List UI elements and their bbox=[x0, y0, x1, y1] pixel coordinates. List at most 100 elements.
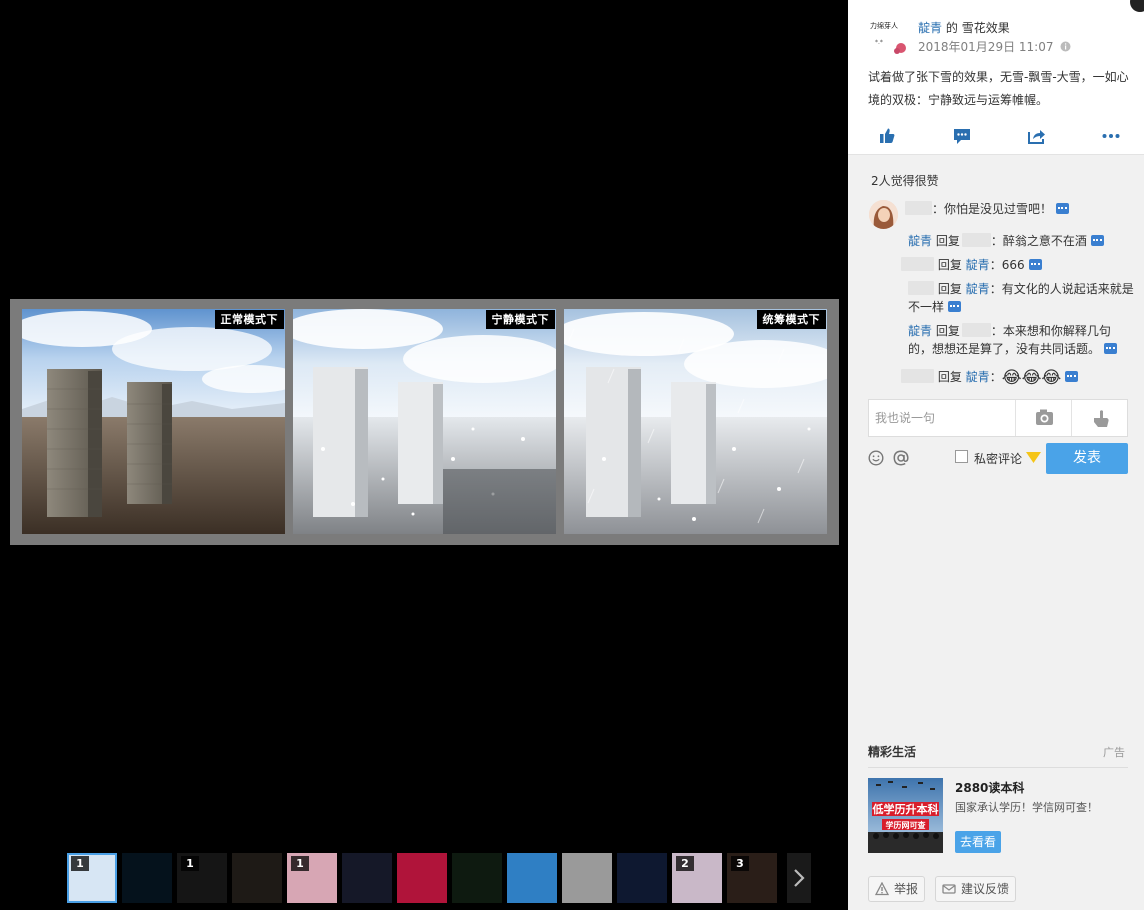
thumbnail-count-badge: 2 bbox=[676, 856, 694, 871]
thumbnail-strip: 1 1 1 2 3 bbox=[67, 853, 812, 903]
thumbnail-next-button[interactable] bbox=[787, 853, 811, 903]
post-time: 2018年01月29日 11:07 bbox=[918, 38, 1071, 55]
more-button[interactable] bbox=[1101, 126, 1121, 146]
chevron-right-icon bbox=[794, 869, 805, 887]
reply-text: ： bbox=[989, 370, 1002, 384]
thumbnail[interactable] bbox=[452, 853, 502, 903]
info-icon[interactable] bbox=[1060, 41, 1071, 52]
reply-item: 回复 靛青：666 bbox=[901, 256, 1042, 274]
thumbnail[interactable]: 1 bbox=[67, 853, 117, 903]
reply-icon[interactable] bbox=[1056, 203, 1070, 214]
comment-icon bbox=[954, 129, 970, 144]
svg-text:学历网可查: 学历网可查 bbox=[886, 820, 927, 830]
comment-box bbox=[868, 399, 1128, 437]
like-button[interactable] bbox=[877, 126, 897, 146]
feedback-button[interactable]: 建议反馈 bbox=[935, 876, 1017, 902]
of-text: 的 bbox=[945, 21, 958, 35]
thumbnail-count-badge: 1 bbox=[291, 856, 309, 871]
report-button[interactable]: 举报 bbox=[868, 876, 926, 902]
divider bbox=[868, 767, 1128, 768]
reply-author[interactable]: 靛青 bbox=[908, 234, 932, 248]
reply-icon[interactable] bbox=[948, 301, 962, 312]
comment-button[interactable] bbox=[952, 126, 972, 146]
ad-section-title: 精彩生活 bbox=[868, 745, 917, 759]
redacted-username[interactable] bbox=[961, 323, 991, 337]
smiley-icon bbox=[868, 450, 884, 466]
close-icon[interactable] bbox=[1130, 0, 1144, 12]
reply-word: 回复 bbox=[937, 370, 962, 384]
panel-label: 宁静模式下 bbox=[485, 310, 555, 329]
ad-image[interactable]: 低学历升本科 学历网可查 bbox=[868, 778, 943, 853]
emoji-button[interactable] bbox=[868, 450, 884, 466]
ad-visit-button[interactable]: 去看看 bbox=[955, 831, 1001, 853]
reply-text: ：666 bbox=[989, 258, 1025, 272]
reply-target[interactable]: 靛青 bbox=[966, 282, 990, 296]
thumbnail[interactable] bbox=[617, 853, 667, 903]
post-card: 力绵芽人 *.* 靛青 的 雪花效果 2018年01月29日 11:07 试着做… bbox=[848, 0, 1144, 155]
reply-target[interactable]: 靛青 bbox=[966, 370, 990, 384]
camera-icon bbox=[1036, 409, 1053, 425]
redacted-username[interactable] bbox=[901, 257, 934, 271]
reply-icon[interactable] bbox=[1104, 343, 1118, 354]
ad-description: 国家承认学历！学信网可查！ bbox=[955, 801, 1098, 814]
thumbnail-count-badge: 3 bbox=[731, 856, 749, 871]
reply-word: 回复 bbox=[935, 324, 960, 338]
thumbnail[interactable] bbox=[562, 853, 612, 903]
report-label: 举报 bbox=[894, 882, 919, 896]
thumbnail[interactable] bbox=[232, 853, 282, 903]
redacted-username[interactable] bbox=[961, 233, 991, 247]
thumbnail[interactable] bbox=[397, 853, 447, 903]
reply-word: 回复 bbox=[935, 234, 960, 248]
thumbnail[interactable] bbox=[342, 853, 392, 903]
author-name-link[interactable]: 靛青 bbox=[918, 21, 942, 35]
poke-button[interactable] bbox=[1071, 400, 1128, 436]
send-button[interactable]: 发表 bbox=[1046, 443, 1128, 474]
reply-item: 靛青 回复 ：醉翁之意不在酒 bbox=[908, 232, 1104, 250]
mention-button[interactable] bbox=[893, 450, 909, 466]
ad-tag: 广告 bbox=[1103, 746, 1125, 759]
share-icon bbox=[1028, 130, 1045, 144]
thumbnail[interactable] bbox=[507, 853, 557, 903]
panel-label: 统筹模式下 bbox=[756, 310, 826, 329]
redacted-username[interactable] bbox=[908, 281, 934, 295]
reply-author[interactable]: 靛青 bbox=[908, 324, 932, 338]
thumbnail[interactable]: 2 bbox=[672, 853, 722, 903]
comment-input[interactable] bbox=[869, 400, 1015, 436]
likes-count[interactable]: 2人觉得很赞 bbox=[871, 172, 939, 189]
thumbnail[interactable] bbox=[122, 853, 172, 903]
share-button[interactable] bbox=[1027, 126, 1047, 146]
reply-word: 回复 bbox=[937, 282, 962, 296]
private-comment-checkbox[interactable] bbox=[955, 450, 968, 463]
photo-button[interactable] bbox=[1015, 400, 1071, 436]
reply-item: 回复 靛青：有文化的人说起话来就是不一样 bbox=[908, 280, 1134, 316]
svg-text:*.*: *.* bbox=[875, 39, 883, 46]
svg-text:力绵芽人: 力绵芽人 bbox=[870, 21, 898, 30]
post-text: 试着做了张下雪的效果，无雪-飘雪-大雪，一如心境的双极：宁静致远与运筹帷幄。 bbox=[868, 70, 1129, 107]
redacted-username[interactable] bbox=[905, 201, 932, 215]
ad-name[interactable]: 2880读本科 bbox=[955, 779, 1024, 796]
commenter-avatar[interactable] bbox=[869, 200, 898, 229]
reply-target[interactable]: 靛青 bbox=[966, 258, 990, 272]
author-avatar[interactable]: 力绵芽人 *.* bbox=[867, 14, 911, 58]
photo-viewer: 正常模式下 宁静模式下 统筹模式下 1 1 1 2 3 bbox=[0, 0, 848, 910]
reply-icon[interactable] bbox=[1028, 259, 1042, 270]
thumbnail-count-badge: 1 bbox=[181, 856, 199, 871]
diamond-icon bbox=[1026, 452, 1041, 463]
reply-icon[interactable] bbox=[1065, 371, 1079, 382]
album-name[interactable]: 雪花效果 bbox=[962, 21, 1010, 35]
feedback-label: 建议反馈 bbox=[961, 882, 1010, 896]
redacted-username[interactable] bbox=[901, 369, 934, 383]
thumbnail[interactable]: 3 bbox=[727, 853, 777, 903]
thumbnail[interactable]: 1 bbox=[177, 853, 227, 903]
comment-item: ：你怕是没见过雪吧！ bbox=[905, 200, 1070, 218]
thumbnail[interactable]: 1 bbox=[287, 853, 337, 903]
svg-text:低学历升本科: 低学历升本科 bbox=[872, 802, 939, 816]
private-comment-label[interactable]: 私密评论 bbox=[974, 450, 1022, 467]
hand-icon bbox=[1094, 410, 1109, 427]
laugh-cry-emoji: 😂😂😂 bbox=[1001, 368, 1062, 388]
post-time-text: 2018年01月29日 11:07 bbox=[918, 40, 1054, 54]
main-photo[interactable]: 正常模式下 宁静模式下 统筹模式下 bbox=[10, 299, 839, 545]
reply-item: 靛青 回复 ：本来想和你解释几句的，想想还是算了，没有共同话题。 bbox=[908, 322, 1134, 358]
thumbs-up-icon bbox=[880, 128, 895, 143]
reply-icon[interactable] bbox=[1090, 235, 1104, 246]
